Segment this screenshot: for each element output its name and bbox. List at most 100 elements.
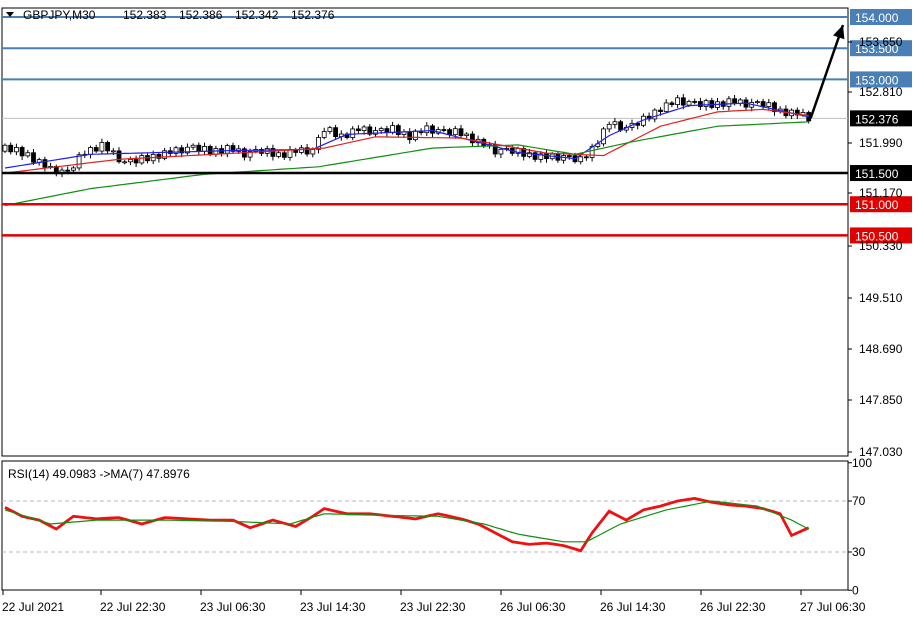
ohlc-open: 152.383 xyxy=(123,8,167,22)
candle-body xyxy=(25,152,31,157)
rsi-title: RSI(14) 49.0983 ->MA(7) 47.8976 xyxy=(8,467,190,481)
candle-body xyxy=(606,123,612,130)
candle-body xyxy=(692,101,698,103)
candle-body xyxy=(441,129,447,131)
candle-body xyxy=(310,148,316,155)
candle-body xyxy=(13,147,19,153)
ohlc-high: 152.386 xyxy=(179,8,223,22)
candle-body xyxy=(698,101,703,107)
time-tick-label: 26 Jul 06:30 xyxy=(500,600,566,614)
candle-body xyxy=(663,102,669,112)
candle-body xyxy=(584,156,589,159)
rsi-tick-label: 100 xyxy=(852,456,872,470)
background xyxy=(0,0,922,621)
candle-body xyxy=(766,102,772,107)
level-tag-text: 151.500 xyxy=(855,167,899,181)
time-tick-label: 27 Jul 06:30 xyxy=(800,600,866,614)
price-tick-label: 151.170 xyxy=(859,186,903,200)
candle-body xyxy=(447,129,453,136)
candle-body xyxy=(652,109,658,120)
candle-body xyxy=(122,161,128,164)
candle-body xyxy=(88,147,93,155)
time-tick-label: 23 Jul 22:30 xyxy=(400,600,466,614)
time-tick-label: 26 Jul 22:30 xyxy=(700,600,766,614)
candle-body xyxy=(755,101,760,103)
price-tick-label: 147.850 xyxy=(859,393,903,407)
candle-body xyxy=(93,147,99,152)
candle-body xyxy=(196,144,202,152)
candle-body xyxy=(110,150,116,153)
candle-body xyxy=(675,97,680,105)
candle-body xyxy=(601,128,606,145)
candle-body xyxy=(424,125,430,134)
candle-body xyxy=(680,97,686,106)
candle-body xyxy=(99,142,105,152)
candle-body xyxy=(618,121,623,131)
ohlc-close: 152.376 xyxy=(291,8,335,22)
rsi-tick-label: 70 xyxy=(852,494,866,508)
candle-body xyxy=(133,158,139,164)
current-price-tag-text: 152.376 xyxy=(855,112,899,126)
candle-body xyxy=(105,142,110,152)
time-tick-label: 22 Jul 2021 xyxy=(2,600,64,614)
candle-body xyxy=(287,149,293,158)
candle-body xyxy=(669,102,675,105)
candle-body xyxy=(116,150,122,163)
candle-body xyxy=(333,127,339,138)
candle-body xyxy=(31,152,36,163)
candle-body xyxy=(407,131,413,141)
candle-body xyxy=(2,144,8,152)
time-tick-label: 22 Jul 22:30 xyxy=(100,600,166,614)
trading-chart[interactable]: 154.000 153.500 153.000 151.500 151.000 150.5… xyxy=(0,0,922,621)
candle-body xyxy=(8,144,14,153)
candle-body xyxy=(327,127,333,132)
candle-body xyxy=(658,109,663,112)
candle-body xyxy=(498,148,504,155)
price-tick-label: 152.810 xyxy=(859,85,903,99)
candle-body xyxy=(458,128,464,136)
candle-body xyxy=(224,145,230,154)
candle-body xyxy=(190,144,196,148)
candle-body xyxy=(321,131,327,138)
level-tag-text: 151.000 xyxy=(855,198,899,212)
time-tick-label: 26 Jul 14:30 xyxy=(600,600,666,614)
candle-body xyxy=(202,145,207,152)
candle-body xyxy=(127,158,133,163)
candle-body xyxy=(760,101,766,107)
candle-body xyxy=(350,128,356,138)
candle-body xyxy=(732,98,737,104)
price-tick-label: 149.510 xyxy=(859,291,903,305)
price-tick-label: 153.650 xyxy=(859,35,903,49)
price-tick-label: 151.990 xyxy=(859,136,903,150)
rsi-tick-label: 30 xyxy=(852,545,866,559)
candle-body xyxy=(42,159,48,168)
price-tick-label: 148.690 xyxy=(859,342,903,356)
candle-body xyxy=(430,125,435,134)
candle-body xyxy=(726,98,732,107)
candle-body xyxy=(378,128,384,131)
candle-body xyxy=(464,133,470,136)
candle-body xyxy=(355,128,361,131)
time-tick-label: 23 Jul 06:30 xyxy=(200,600,266,614)
candle-body xyxy=(703,100,709,107)
candle-body xyxy=(276,152,282,157)
ohlc-low: 152.342 xyxy=(235,8,279,22)
chart-svg: 154.000153.500153.000151.500151.000150.5… xyxy=(0,0,922,621)
candle-body xyxy=(395,125,401,135)
candle-body xyxy=(139,155,145,164)
candle-body xyxy=(19,147,25,157)
candle-body xyxy=(65,169,71,172)
candle-body xyxy=(71,167,76,171)
candle-body xyxy=(578,156,584,163)
candle-body xyxy=(566,155,572,157)
level-tag-text: 154.000 xyxy=(855,11,899,25)
candle-body xyxy=(612,121,618,125)
candle-body xyxy=(361,126,367,131)
symbol-label: GBPJPY,M30 xyxy=(23,8,96,22)
price-tick-label: 150.330 xyxy=(859,239,903,253)
candle-body xyxy=(686,101,692,106)
candle-body xyxy=(452,128,458,136)
rsi-tick-label: 0 xyxy=(852,583,859,597)
candle-body xyxy=(207,145,213,155)
candle-body xyxy=(281,152,287,158)
